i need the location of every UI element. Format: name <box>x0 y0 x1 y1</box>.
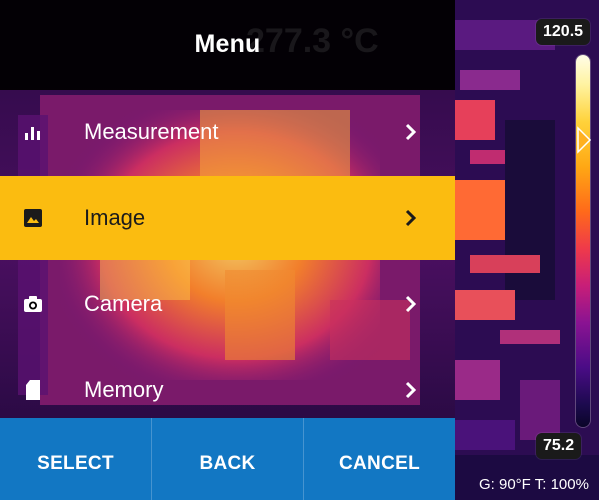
status-line: G: 90°F T: 100% <box>479 476 589 493</box>
menu-panel: 277.3 °C Menu Measurement Image Camera M… <box>0 0 455 418</box>
select-button[interactable]: SELECT <box>0 418 152 500</box>
bar-chart-icon <box>22 121 44 143</box>
softkey-bar: SELECT BACK CANCEL <box>0 418 455 500</box>
menu-item-label: Memory <box>84 377 164 402</box>
menu-item-label: Camera <box>84 291 163 316</box>
back-button[interactable]: BACK <box>152 418 304 500</box>
cancel-button[interactable]: CANCEL <box>304 418 455 500</box>
menu-item-measurement[interactable]: Measurement <box>0 90 455 174</box>
chevron-right-icon <box>402 293 420 315</box>
menu-item-camera[interactable]: Camera <box>0 262 455 346</box>
menu-item-label: Image <box>84 205 146 230</box>
sd-card-icon <box>22 379 44 401</box>
chevron-right-icon <box>402 207 420 229</box>
scale-min-value: 75.2 <box>536 433 582 459</box>
menu-header: 277.3 °C Menu <box>0 0 455 90</box>
menu-item-label: Measurement <box>84 119 219 144</box>
chevron-right-icon <box>402 379 420 401</box>
thermal-camera-screen: 277.3 °C Menu Measurement Image Camera M… <box>0 0 599 500</box>
temperature-color-scale <box>576 55 590 427</box>
menu-item-image[interactable]: Image <box>0 176 455 260</box>
menu-title: Menu <box>194 30 261 58</box>
chevron-right-icon <box>402 121 420 143</box>
camera-icon <box>22 293 44 315</box>
scale-max-value: 120.5 <box>536 19 591 45</box>
image-icon <box>22 207 44 229</box>
